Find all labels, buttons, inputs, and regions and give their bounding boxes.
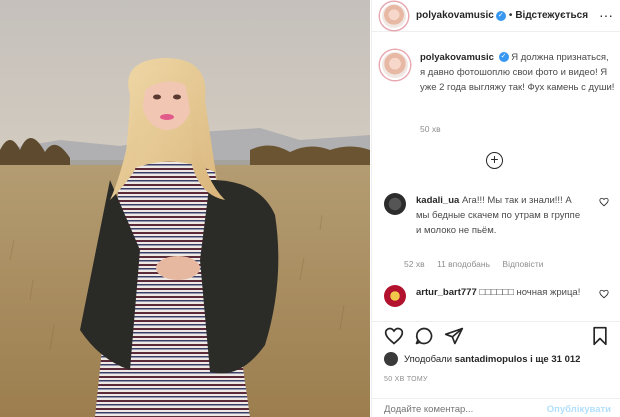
liker-username[interactable]: santadimopulos: [455, 354, 528, 365]
comment-body: □□□□□□ ночная жрица!: [479, 287, 581, 298]
heart-icon[interactable]: [384, 326, 404, 346]
load-more-comments-button[interactable]: +: [486, 152, 503, 169]
more-options-icon[interactable]: ···: [599, 7, 613, 23]
comment-item: kadali_ua Ага!!! Мы так и знали!!! А мы …: [384, 193, 609, 238]
post-photo-illustration: [0, 0, 370, 417]
comment-item: artur_bart777 □□□□□□ ночная жрица!: [384, 285, 609, 307]
comment-icon[interactable]: [414, 326, 434, 346]
bookmark-icon[interactable]: [590, 326, 610, 346]
caption-author-avatar[interactable]: [380, 50, 410, 80]
liker-avatar[interactable]: [384, 352, 398, 366]
following-button[interactable]: Відстежується: [515, 10, 588, 21]
post-header: polyakovamusic ✓ • Відстежується ···: [372, 0, 620, 32]
post-actions-bar: [372, 321, 620, 351]
comment-username[interactable]: artur_bart777: [416, 287, 477, 298]
paper-plane-icon[interactable]: [444, 326, 464, 346]
likes-count[interactable]: і ще 31 012: [530, 354, 580, 365]
comment-text-block: artur_bart777 □□□□□□ ночная жрица!: [416, 285, 586, 307]
commenter-avatar[interactable]: [384, 285, 406, 307]
caption-username[interactable]: polyakovamusic: [420, 52, 494, 63]
likes-prefix: Уподобали: [404, 353, 453, 365]
comment-reply-button[interactable]: Відповісти: [502, 259, 543, 269]
publish-comment-button[interactable]: Опублікувати: [547, 404, 611, 415]
comment-like-heart-icon[interactable]: [599, 289, 609, 299]
add-comment-bar: Опублікувати: [372, 398, 620, 417]
comment-like-heart-icon[interactable]: [599, 197, 609, 207]
comment-likes-count[interactable]: 11 вподобань: [437, 259, 490, 269]
comment-meta: 52 хв 11 вподобань Відповісти: [404, 259, 554, 269]
post-panel: polyakovamusic ✓ • Відстежується ··· pol…: [371, 0, 620, 417]
verified-badge-icon: ✓: [498, 52, 509, 63]
post-photo[interactable]: [0, 0, 370, 417]
caption-text-block: polyakovamusic ✓ Я должна признаться, я …: [420, 50, 615, 95]
author-avatar[interactable]: [380, 1, 408, 30]
post-caption: polyakovamusic ✓ Я должна признаться, я …: [380, 50, 615, 95]
post-timestamp: 50 ХВ ТОМУ: [384, 376, 428, 383]
comment-username[interactable]: kadali_ua: [416, 195, 459, 206]
caption-timestamp: 50 хв: [420, 124, 441, 134]
comment-timestamp: 52 хв: [404, 259, 425, 269]
separator-dot: •: [508, 10, 513, 21]
author-username[interactable]: polyakovamusic: [416, 10, 494, 21]
commenter-avatar[interactable]: [384, 193, 406, 215]
add-comment-input[interactable]: [384, 404, 534, 415]
likes-summary: Уподобали santadimopulos і ще 31 012: [384, 352, 580, 366]
verified-badge-icon: ✓: [495, 10, 506, 21]
comment-text-block: kadali_ua Ага!!! Мы так и знали!!! А мы …: [416, 193, 586, 238]
